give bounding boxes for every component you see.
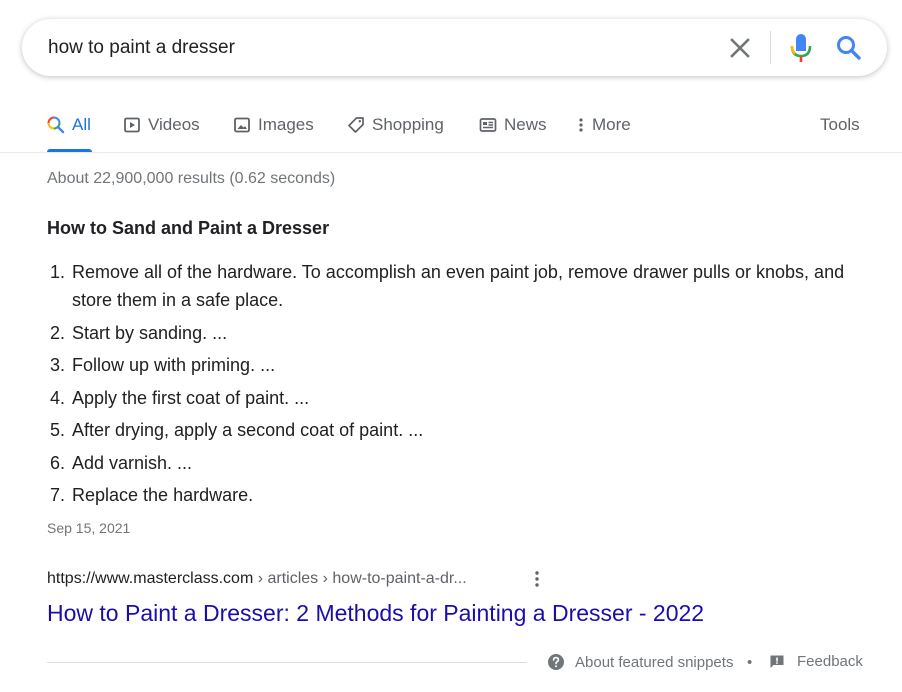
list-item: 3. Follow up with priming. ... — [47, 351, 847, 379]
tab-label: News — [504, 115, 547, 134]
step-text: Apply the first coat of paint. ... — [72, 387, 310, 408]
tab-news[interactable]: News — [479, 115, 547, 135]
image-icon — [234, 117, 250, 133]
news-icon — [479, 118, 497, 132]
more-vert-icon — [579, 118, 583, 132]
feedback-icon — [770, 655, 784, 668]
step-text: Add varnish. ... — [72, 452, 193, 473]
search-icon — [47, 116, 65, 134]
result-title-link[interactable]: How to Paint a Dresser: 2 Methods for Pa… — [47, 600, 704, 627]
tools-label: Tools — [820, 115, 860, 134]
list-item: 2. Start by sanding. ... — [47, 319, 847, 347]
help-icon — [548, 654, 564, 670]
search-button[interactable] — [834, 33, 864, 63]
snippet-date: Sep 15, 2021 — [47, 520, 131, 536]
video-icon — [124, 117, 140, 133]
step-number: 5. — [50, 420, 66, 440]
more-vert-icon — [535, 571, 539, 587]
feedback-link[interactable]: Feedback — [769, 653, 863, 670]
about-featured-snippets-label: About featured snippets — [575, 653, 734, 671]
step-text: Replace the hardware. — [72, 485, 254, 505]
step-text: Start by sanding. ... — [72, 322, 228, 343]
step-text: Remove all of the hardware. To accomplis… — [72, 262, 845, 310]
list-item: 6. Add varnish. ... — [47, 449, 847, 477]
footer-separator: • — [747, 654, 753, 671]
list-item: 5. After drying, apply a second coat of … — [47, 416, 847, 444]
search-tabs: All Videos Images Shopping News More Too… — [0, 106, 902, 153]
close-icon — [730, 38, 750, 58]
list-item: 1. Remove all of the hardware. To accomp… — [47, 258, 847, 314]
result-stats: About 22,900,000 results (0.62 seconds) — [47, 170, 336, 187]
step-text: After drying, apply a second coat of pai… — [72, 420, 424, 440]
tab-label: Images — [258, 115, 314, 134]
clear-search-button[interactable] — [726, 34, 754, 62]
result-site: https://www.masterclass.com — [47, 570, 254, 587]
result-breadcrumb: › articles › how-to-paint-a-dr... — [253, 570, 467, 587]
search-input[interactable]: how to paint a dresser — [48, 37, 235, 59]
tab-all[interactable]: All — [47, 115, 91, 135]
tab-more[interactable]: More — [577, 115, 631, 135]
step-number: 6. — [50, 452, 66, 473]
snippet-heading: How to Sand and Paint a Dresser — [47, 218, 330, 238]
step-text: Follow up with priming. ... — [72, 355, 276, 375]
result-url[interactable]: https://www.masterclass.com › articles ›… — [47, 570, 467, 588]
tab-shopping[interactable]: Shopping — [347, 115, 444, 135]
search-bar: how to paint a dresser — [22, 19, 887, 76]
step-number: 7. — [50, 485, 66, 505]
microphone-icon — [790, 34, 812, 62]
list-item: 7. Replace the hardware. — [47, 481, 847, 509]
tab-label: Shopping — [372, 115, 444, 134]
step-number: 3. — [50, 355, 66, 375]
search-icon — [837, 36, 861, 60]
voice-search-button[interactable] — [787, 32, 815, 64]
snippet-steps-list: 1. Remove all of the hardware. To accomp… — [47, 258, 847, 514]
step-number: 1. — [50, 262, 66, 282]
feedback-label: Feedback — [797, 653, 863, 670]
search-bar-divider — [770, 31, 771, 64]
tab-label: All — [72, 115, 91, 134]
tabs-divider — [0, 152, 902, 153]
tab-videos[interactable]: Videos — [123, 115, 200, 135]
tag-icon — [348, 117, 364, 133]
snippet-footer-divider — [47, 662, 527, 663]
about-featured-snippets-link[interactable]: About featured snippets — [547, 653, 733, 671]
tab-images[interactable]: Images — [233, 115, 314, 135]
step-number: 4. — [50, 387, 66, 408]
tab-label: More — [592, 115, 631, 134]
search-results-page: how to paint a dresser All Videos Images… — [0, 0, 902, 692]
step-number: 2. — [50, 322, 66, 343]
tools-button[interactable]: Tools — [820, 115, 860, 135]
result-options-button[interactable] — [527, 568, 547, 592]
tab-label: Videos — [148, 115, 200, 134]
list-item: 4. Apply the first coat of paint. ... — [47, 384, 847, 412]
